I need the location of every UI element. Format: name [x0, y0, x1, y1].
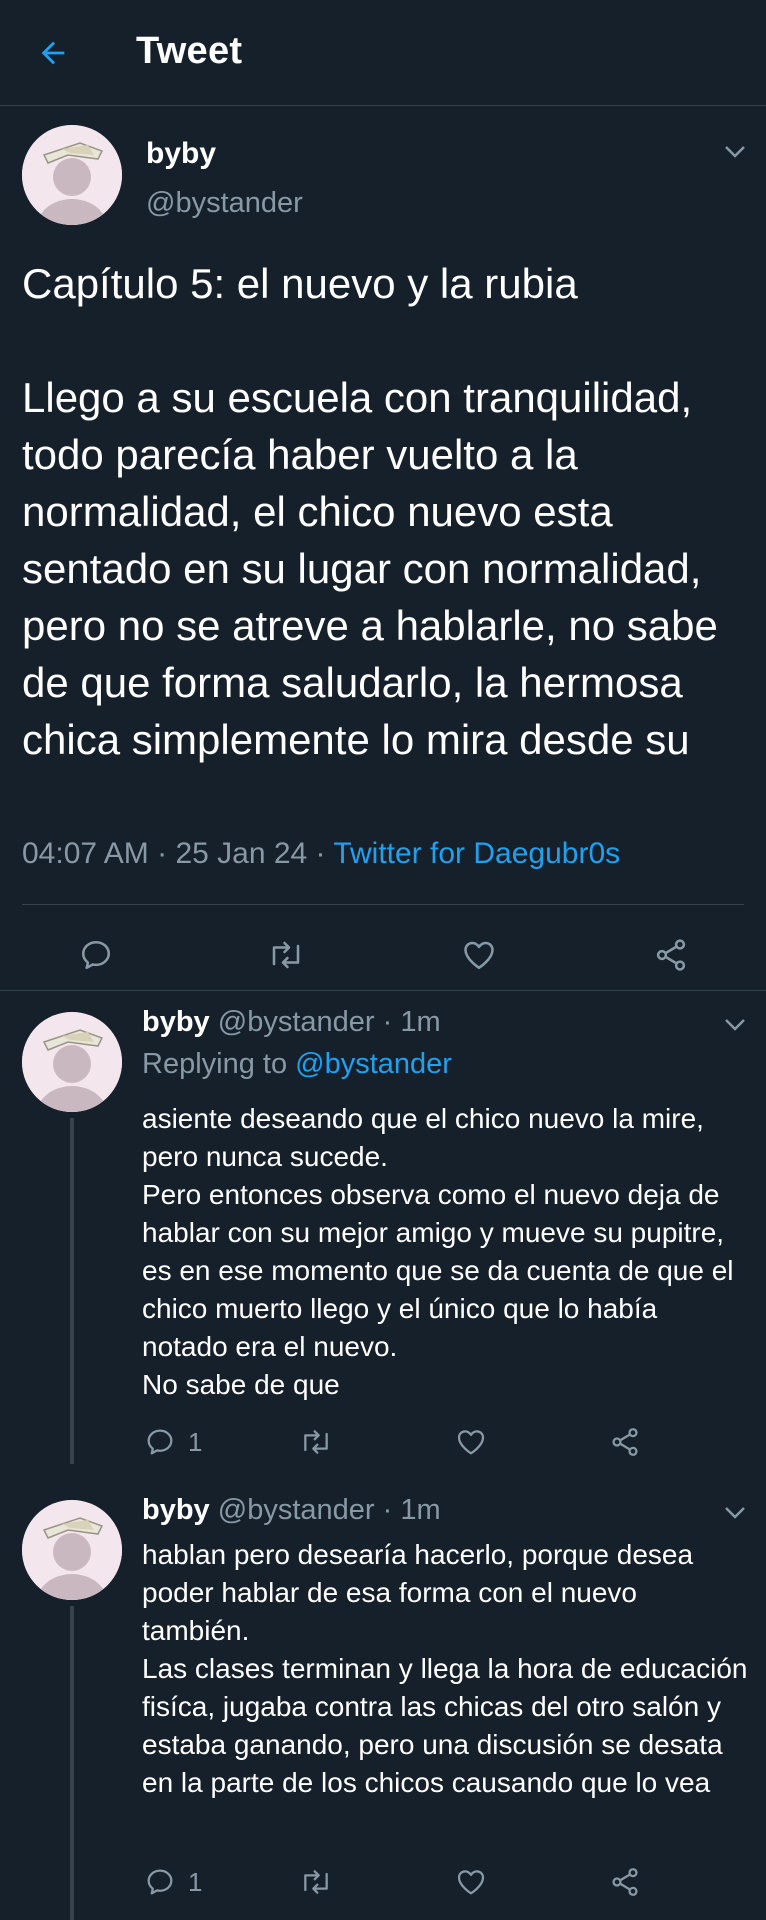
meta-separator: · [148, 837, 176, 870]
tweet-text: asiente deseando que el chico nuevo la m… [142, 1103, 734, 1400]
like-icon [464, 941, 494, 970]
tweet-meta: 04:07 AM · 25 Jan 24 · Twitter for Daegu… [22, 837, 620, 871]
retweet-button[interactable] [298, 1866, 334, 1898]
share-button[interactable] [608, 1866, 642, 1898]
username[interactable]: @bystander [146, 187, 303, 220]
like-icon [457, 1870, 485, 1895]
avatar[interactable] [22, 125, 122, 225]
avatar-image [22, 1012, 122, 1112]
avatar-image [22, 125, 122, 225]
tweet-time: 04:07 AM [22, 837, 149, 870]
meta-separator: · [307, 837, 334, 870]
retweet-icon [304, 1430, 328, 1454]
reply-count: 1 [188, 1426, 203, 1457]
retweet-button[interactable] [266, 937, 306, 973]
share-button[interactable] [652, 937, 690, 973]
tweet-date: 25 Jan 24 [175, 837, 308, 870]
username[interactable]: @bystander [218, 1494, 375, 1526]
reply-tweet[interactable]: byby @bystander · 1m hablan pero desearí… [0, 1480, 766, 1920]
replying-to: Replying to @bystander [142, 1048, 452, 1081]
main-tweet: byby @bystander Capítulo 5: el nuevo y l… [0, 107, 766, 991]
avatar[interactable] [22, 1500, 122, 1600]
reply-time: · 1m [374, 1006, 441, 1038]
divider [22, 904, 744, 905]
username[interactable]: @bystander [218, 1006, 375, 1038]
retweet-button[interactable] [298, 1426, 334, 1458]
display-name[interactable]: byby [142, 1494, 210, 1526]
like-button[interactable] [460, 937, 498, 973]
reply-button[interactable] [78, 937, 114, 973]
back-arrow-icon [41, 41, 65, 65]
thread-line [70, 1118, 74, 1464]
share-icon [612, 1428, 638, 1456]
chevron-down-icon [725, 1507, 745, 1519]
tweet-menu-button[interactable] [720, 137, 750, 167]
display-name[interactable]: byby [146, 137, 216, 171]
reply-icon [147, 1429, 173, 1455]
tweet-text: Capítulo 5: el nuevo y la rubia Llego a … [22, 260, 718, 763]
reply-tweet[interactable]: byby @bystander · 1m Replying to @bystan… [0, 992, 766, 1464]
reply-button[interactable]: 1 [144, 1426, 202, 1458]
back-button[interactable] [30, 30, 76, 76]
replying-prefix: Replying to [142, 1048, 296, 1080]
tweet-source-link[interactable]: Twitter for Daegubr0s [333, 837, 620, 870]
like-icon [457, 1430, 485, 1455]
avatar-image [22, 1500, 122, 1600]
reply-header: byby @bystander · 1m [142, 1006, 441, 1039]
reply-icon [147, 1869, 173, 1895]
reply-button[interactable]: 1 [144, 1866, 202, 1898]
reply-icon [81, 940, 111, 970]
tweet-text: hablan pero desearía hacerlo, porque des… [142, 1539, 748, 1798]
thread-line [70, 1606, 74, 1920]
avatar[interactable] [22, 1012, 122, 1112]
share-icon [612, 1868, 638, 1896]
tweet-menu-button[interactable] [720, 1010, 750, 1040]
tweet-actions [0, 915, 766, 991]
like-button[interactable] [454, 1866, 488, 1898]
reply-time: · 1m [374, 1494, 441, 1526]
retweet-icon [304, 1870, 328, 1894]
tweet-menu-button[interactable] [720, 1498, 750, 1528]
page-title: Tweet [136, 30, 243, 72]
share-icon [656, 939, 686, 971]
top-bar: Tweet [0, 0, 766, 106]
retweet-icon [272, 941, 300, 969]
display-name[interactable]: byby [142, 1006, 210, 1038]
chevron-down-icon [725, 1019, 745, 1031]
chevron-down-icon [725, 146, 745, 158]
reply-count: 1 [188, 1866, 203, 1897]
mention-link[interactable]: @bystander [295, 1048, 452, 1080]
like-button[interactable] [454, 1426, 488, 1458]
share-button[interactable] [608, 1426, 642, 1458]
reply-header: byby @bystander · 1m [142, 1494, 441, 1527]
